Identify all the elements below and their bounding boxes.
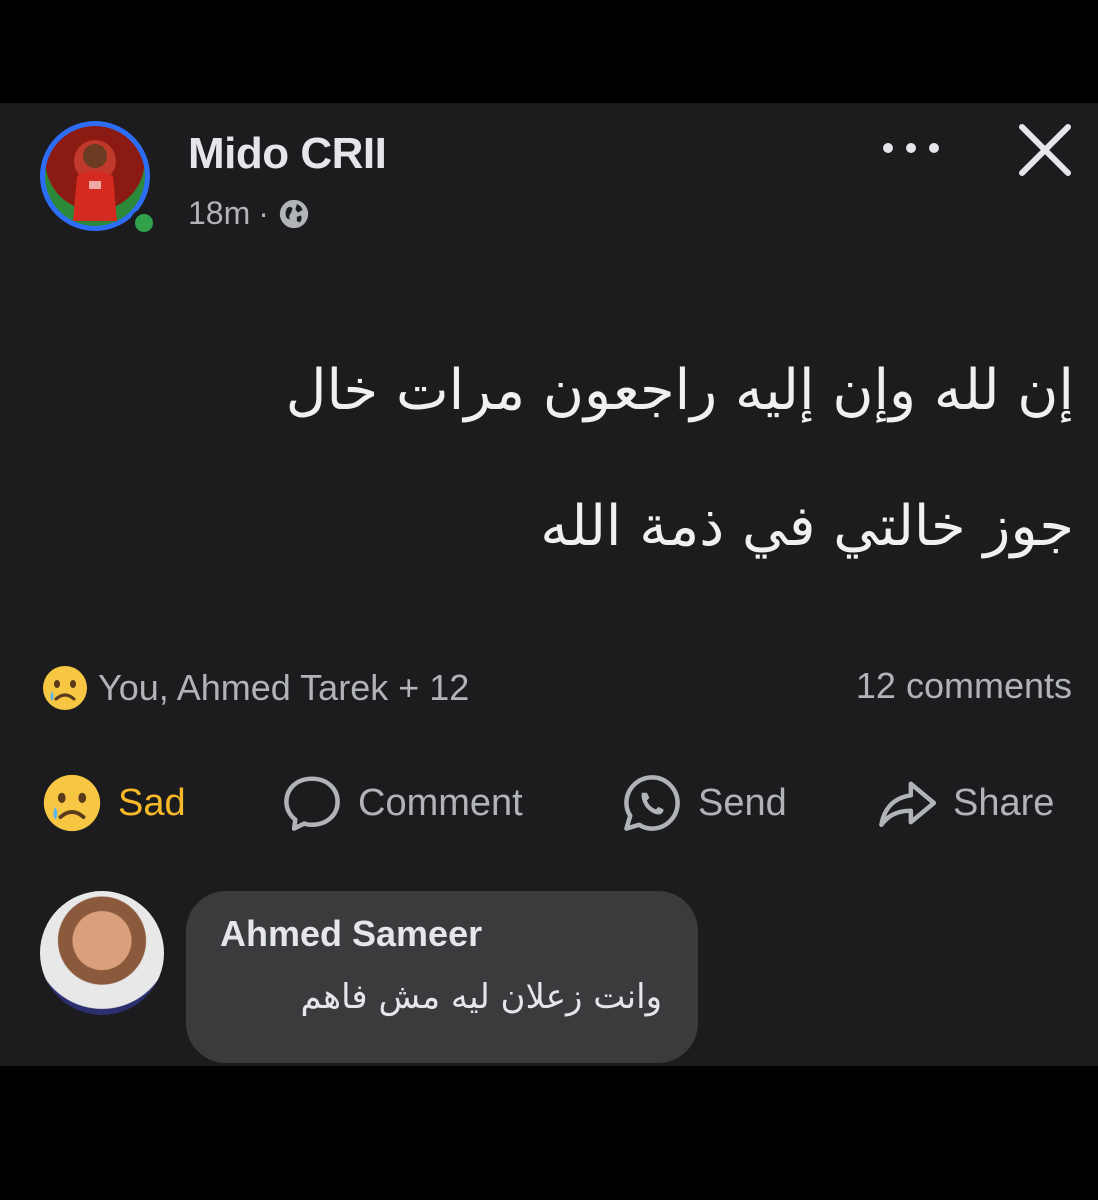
post-text-line: جوز خالتي في ذمة الله	[540, 494, 1074, 559]
more-options-icon[interactable]	[876, 133, 946, 163]
reaction-summary-text: You, Ahmed Tarek + 12	[98, 667, 470, 708]
sad-reaction-button[interactable]: Sad	[40, 771, 186, 835]
action-bar: Sad Comment Send Share	[40, 771, 1072, 835]
sad-emoji-icon	[43, 774, 101, 832]
sad-emoji-icon	[43, 666, 87, 710]
online-status-dot	[130, 209, 158, 237]
close-icon[interactable]	[1016, 121, 1074, 179]
comment-bubble[interactable]: Ahmed Sameer وانت زعلان ليه مش فاهم	[186, 891, 698, 1063]
avatar[interactable]	[40, 891, 164, 1015]
post-card: Mido CRII 18m · إن لله وإن إليه راجعون م…	[0, 103, 1098, 1066]
comment-item: Ahmed Sameer وانت زعلان ليه مش فاهم	[40, 891, 1040, 1063]
comment-button[interactable]: Comment	[280, 771, 523, 835]
share-button[interactable]: Share	[875, 771, 1054, 835]
globe-icon	[279, 199, 309, 228]
comments-count[interactable]: 12 comments	[856, 665, 1072, 707]
comment-author-name[interactable]: Ahmed Sameer	[220, 913, 482, 955]
reactions-row: You, Ahmed Tarek + 12 12 comments	[40, 663, 1072, 713]
share-arrow-icon	[879, 781, 937, 827]
meta-separator: ·	[258, 195, 269, 231]
sad-label: Sad	[118, 781, 186, 824]
post-time[interactable]: 18m	[188, 195, 250, 232]
share-label: Share	[953, 781, 1055, 824]
whatsapp-icon	[624, 775, 680, 831]
author-avatar-wrap[interactable]	[40, 121, 162, 243]
comment-text: وانت زعلان ليه مش فاهم	[300, 977, 662, 1017]
post-text: إن لله وإن إليه راجعون مرات خال جوز خالت…	[40, 323, 1074, 595]
comment-icon	[284, 776, 340, 831]
post-text-line: إن لله وإن إليه راجعون مرات خال	[285, 358, 1074, 423]
send-button[interactable]: Send	[620, 771, 787, 835]
avatar-photo	[73, 144, 117, 221]
post-author-name[interactable]: Mido CRII	[188, 129, 387, 179]
post-meta: 18m ·	[188, 195, 311, 232]
comment-label: Comment	[358, 781, 523, 824]
reaction-summary[interactable]: You, Ahmed Tarek + 12	[40, 663, 469, 713]
send-label: Send	[698, 781, 787, 824]
